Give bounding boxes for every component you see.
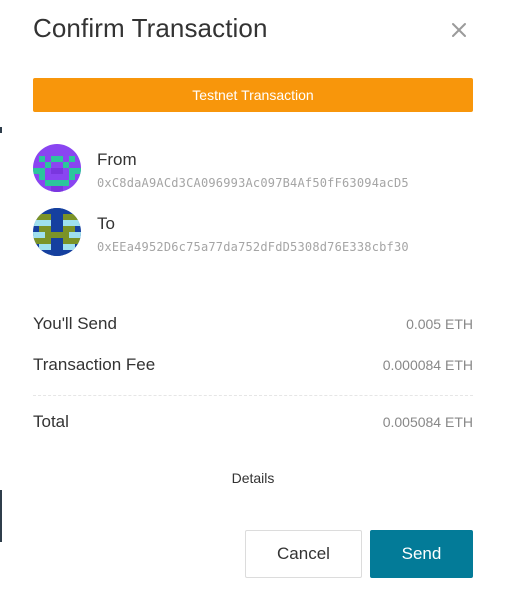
send-amount-label: You'll Send <box>33 314 117 333</box>
send-amount-value: 0.005 ETH <box>406 316 473 332</box>
window-edge-mark <box>0 490 2 542</box>
divider <box>33 395 473 396</box>
total-row: Total 0.005084 ETH <box>33 412 473 436</box>
identicon-avatar <box>33 208 81 256</box>
details-link[interactable]: Details <box>0 470 506 486</box>
transaction-fee-value: 0.000084 ETH <box>382 357 473 373</box>
to-address: 0xEEa4952D6c75a77da752dFdD5308d76E338cbf… <box>97 240 409 254</box>
window-edge-mark <box>0 127 2 133</box>
confirm-transaction-dialog: Confirm Transaction Testnet Transaction <box>0 0 506 594</box>
to-label: To <box>97 214 115 233</box>
from-account: From 0xC8daA9ACd3CA096993Ac097B4Af50fF63… <box>33 144 478 194</box>
from-label: From <box>97 150 137 169</box>
dialog-title: Confirm Transaction <box>33 13 268 43</box>
cancel-button[interactable]: Cancel <box>245 530 362 578</box>
to-account: To 0xEEa4952D6c75a77da752dFdD5308d76E338… <box>33 208 478 258</box>
total-value: 0.005084 ETH <box>382 414 473 430</box>
send-amount-row: You'll Send 0.005 ETH <box>33 314 473 338</box>
transaction-fee-label: Transaction Fee <box>33 355 156 374</box>
testnet-banner: Testnet Transaction <box>33 78 473 112</box>
from-address: 0xC8daA9ACd3CA096993Ac097B4Af50fF63094ac… <box>97 176 409 190</box>
transaction-fee-row: Transaction Fee 0.000084 ETH <box>33 355 473 379</box>
close-icon[interactable] <box>446 17 472 43</box>
identicon-avatar <box>33 144 81 192</box>
send-button[interactable]: Send <box>370 530 473 578</box>
total-label: Total <box>33 412 69 431</box>
